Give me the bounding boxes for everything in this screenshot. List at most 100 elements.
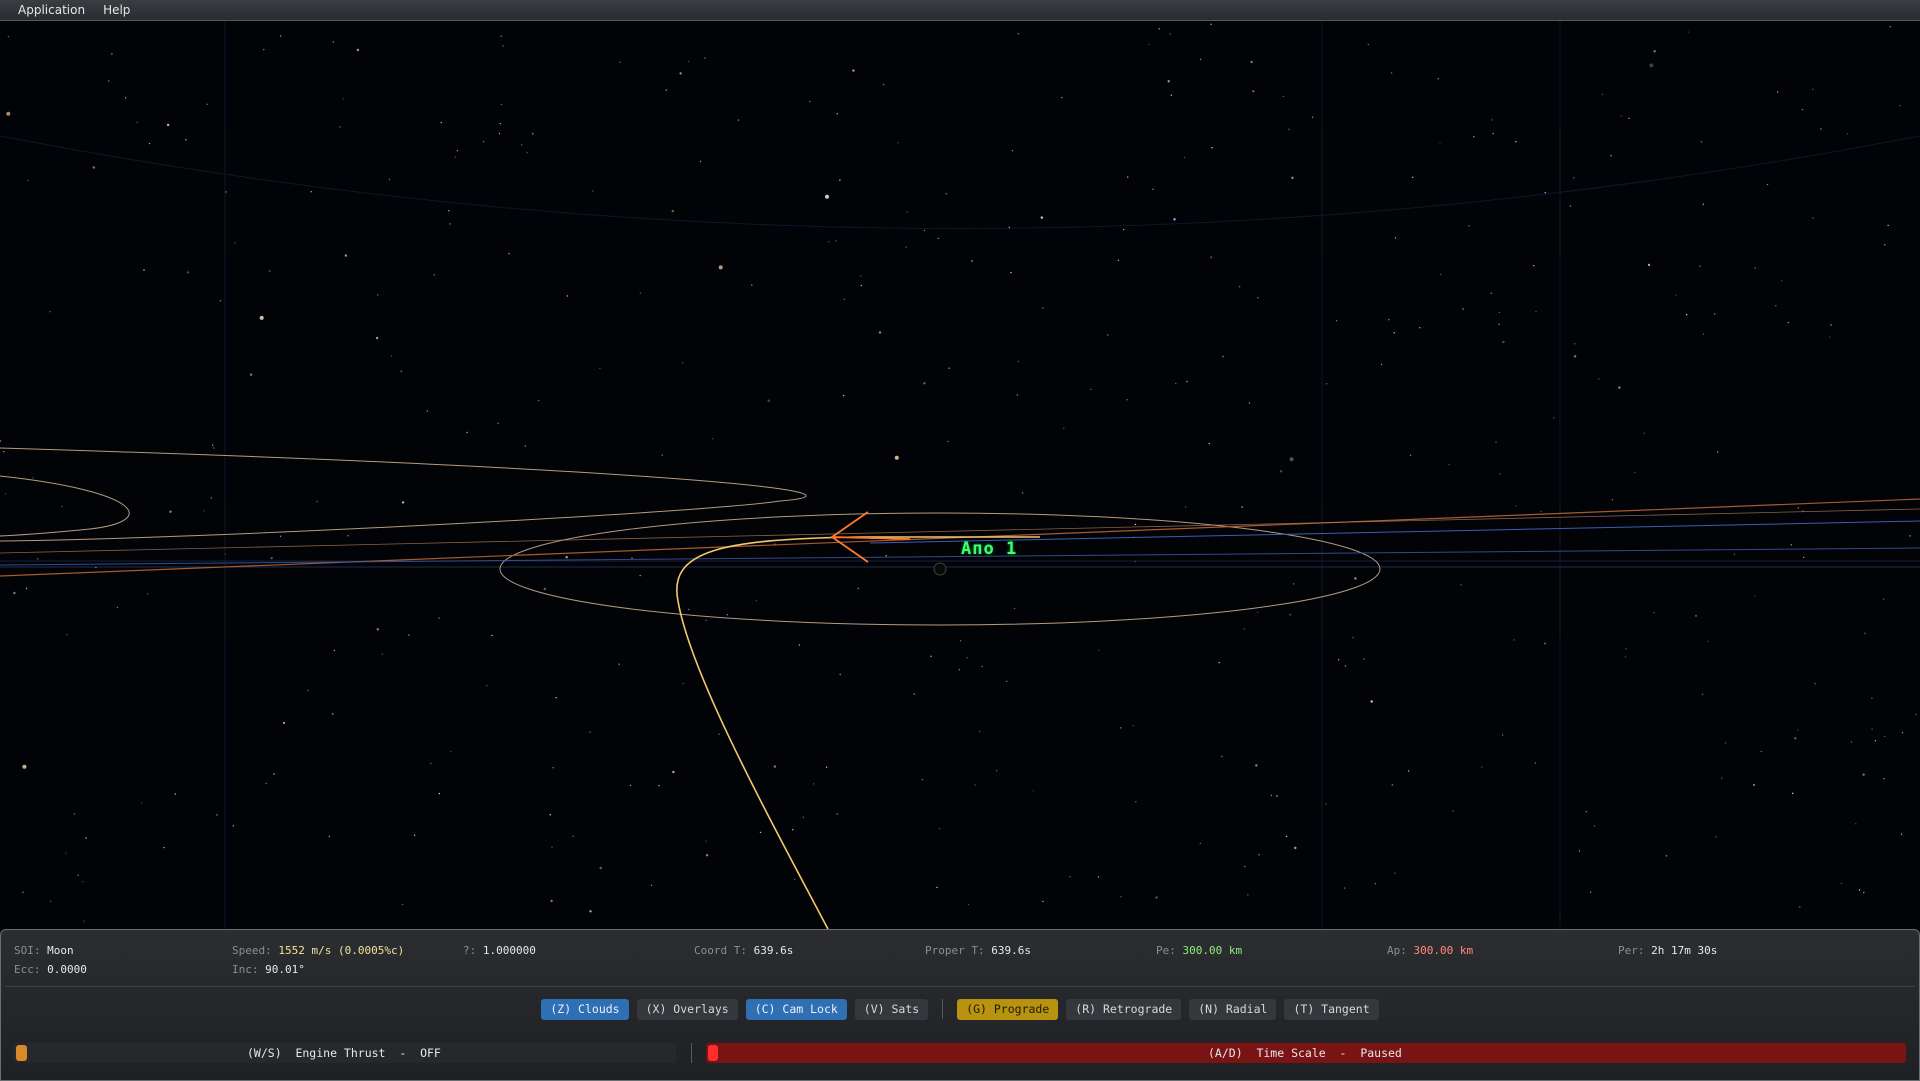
star: [913, 693, 915, 695]
star: [836, 113, 838, 115]
stat-soi-value: Moon: [47, 944, 74, 957]
star: [945, 193, 947, 195]
star: [1883, 735, 1886, 738]
star: [1775, 305, 1777, 307]
stat-coord-value: 639.6s: [753, 944, 794, 957]
star: [1864, 632, 1866, 634]
star: [809, 100, 811, 103]
star: [1593, 825, 1596, 827]
star: [1574, 343, 1576, 345]
star: [565, 556, 568, 559]
star: [718, 265, 723, 270]
star: [1760, 750, 1763, 753]
craft-label[interactable]: Апо 1: [961, 539, 1017, 559]
star: [92, 166, 96, 169]
star: [1183, 156, 1186, 159]
star: [930, 655, 932, 657]
star: [1794, 737, 1797, 740]
star: [111, 53, 113, 55]
star: [143, 269, 145, 271]
star: [381, 653, 384, 655]
star: [1135, 801, 1137, 803]
radial-button[interactable]: (N) Radial: [1189, 998, 1277, 1020]
menu-help[interactable]: Help: [94, 0, 139, 20]
star: [1653, 612, 1655, 614]
star: [802, 816, 805, 818]
star: [1363, 658, 1365, 660]
star: [839, 673, 841, 676]
star: [857, 587, 859, 590]
star: [49, 900, 52, 903]
overlays-toggle-button[interactable]: (X) Overlays: [636, 998, 738, 1020]
star: [1210, 256, 1213, 259]
retrograde-button[interactable]: (R) Retrograde: [1066, 998, 1182, 1020]
tangent-button[interactable]: (T) Tangent: [1284, 998, 1379, 1020]
star: [658, 784, 660, 787]
star: [1754, 595, 1756, 597]
star: [1256, 611, 1259, 614]
star: [555, 697, 557, 699]
star: [147, 593, 149, 595]
star: [882, 83, 885, 86]
prograde-button[interactable]: (G) Prograde: [957, 998, 1059, 1020]
star: [1887, 224, 1889, 227]
star: [1374, 883, 1377, 885]
menu-application[interactable]: Application: [0, 0, 94, 20]
star: [1901, 732, 1904, 734]
stat-proper-value: 639.6s: [991, 944, 1031, 957]
star: [839, 179, 841, 181]
star: [185, 139, 187, 141]
star: [1439, 143, 1441, 145]
star: [1569, 205, 1572, 207]
star: [1460, 584, 1462, 586]
star: [1061, 96, 1063, 99]
star: [332, 41, 335, 43]
star: [1649, 63, 1654, 68]
star: [1010, 271, 1012, 274]
star: [688, 608, 690, 611]
star: [1513, 639, 1515, 641]
star: [1618, 386, 1621, 389]
star: [520, 144, 523, 146]
stat-coord-time: Coord T: 639.6s: [694, 944, 793, 957]
control-panel: SOI: Moon Ecc: 0.0000 Speed: 1552 m/s (0…: [0, 929, 1920, 1081]
star: [842, 394, 845, 397]
star: [1069, 876, 1071, 878]
star: [400, 370, 402, 372]
clouds-toggle-button[interactable]: (Z) Clouds: [541, 998, 629, 1020]
star: [1289, 614, 1292, 616]
star: [213, 447, 215, 449]
star: [22, 891, 24, 893]
star: [1858, 889, 1861, 891]
scene-canvas: [0, 21, 1920, 929]
time-scale-slider[interactable]: (A/D) Time Scale - Paused: [706, 1043, 1906, 1063]
engine-thrust-slider[interactable]: (W/S) Engine Thrust - OFF: [13, 1043, 676, 1063]
star: [599, 367, 601, 369]
engine-thrust-label: (W/S) Engine Thrust - OFF: [247, 1046, 441, 1060]
star: [116, 606, 119, 609]
star: [174, 793, 177, 795]
space-viewport[interactable]: Апо 1: [0, 21, 1920, 929]
star: [1884, 244, 1886, 246]
star: [967, 903, 970, 906]
stat-periapsis: Pe: 300.00 km: [1156, 944, 1242, 957]
star: [1040, 216, 1044, 219]
star: [1257, 297, 1259, 299]
star: [1502, 340, 1505, 344]
star: [210, 497, 212, 499]
star: [566, 295, 568, 297]
star: [1820, 128, 1822, 130]
star: [688, 60, 690, 63]
star: [551, 846, 553, 848]
star: [1544, 642, 1546, 645]
star: [273, 773, 275, 775]
star: [1534, 762, 1537, 764]
star: [1407, 770, 1410, 772]
cam-lock-toggle-button[interactable]: (C) Cam Lock: [745, 998, 847, 1020]
star: [1042, 900, 1044, 903]
star: [375, 336, 379, 340]
stat-proper-time: Proper T: 639.6s: [925, 944, 1031, 957]
sats-toggle-button[interactable]: (V) Sats: [854, 998, 929, 1020]
star: [1533, 264, 1535, 267]
star: [1335, 320, 1338, 322]
